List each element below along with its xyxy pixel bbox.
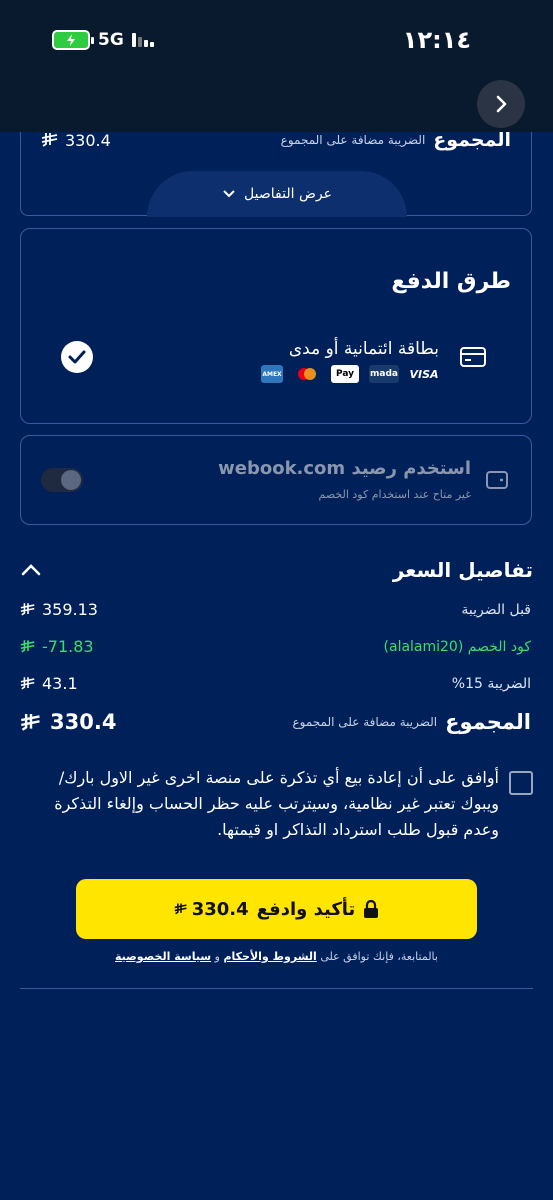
payment-methods-card: طرق الدفع بطاقة ائتمانية أو مدى VISA mad… bbox=[20, 228, 532, 424]
discount-label: كود الخصم (alalami20) bbox=[383, 638, 531, 655]
confirm-pay-amount: 330.4 bbox=[191, 898, 249, 920]
price-row-before-tax: 359.13 قبل الضريبة bbox=[20, 600, 531, 619]
status-indicators: 5G bbox=[52, 30, 154, 50]
footnote-prefix: بالمتابعة، فإنك توافق على bbox=[320, 950, 438, 963]
riyal-icon bbox=[174, 903, 187, 915]
terms-checkbox[interactable] bbox=[509, 771, 533, 795]
terms-text: أوافق على أن إعادة بيع أي تذكرة على منصة… bbox=[54, 768, 499, 839]
show-details-button[interactable]: عرض التفاصيل bbox=[147, 171, 407, 217]
signal-icon bbox=[131, 33, 154, 47]
top-header: 5G ١٢:١٤ bbox=[0, 0, 553, 132]
summary-tax-note: الضريبة مضافة على المجموع bbox=[280, 133, 426, 147]
lock-icon bbox=[364, 900, 379, 918]
visa-logo: VISA bbox=[409, 367, 439, 381]
chevron-up-icon[interactable] bbox=[20, 563, 42, 577]
wallet-title: استخدم رصيد webook.com bbox=[218, 458, 471, 479]
wallet-balance-card: استخدم رصيد webook.com غير متاح عند استخ… bbox=[20, 435, 532, 525]
chevron-right-icon bbox=[496, 95, 507, 113]
riyal-icon bbox=[20, 677, 35, 690]
divider bbox=[20, 988, 533, 989]
legal-footnote: بالمتابعة، فإنك توافق على الشروط والأحكا… bbox=[0, 950, 553, 963]
chevron-right-button[interactable] bbox=[477, 80, 525, 128]
chevron-down-icon bbox=[223, 190, 235, 198]
confirm-pay-label: تأكيد وادفع bbox=[256, 898, 356, 920]
terms-link[interactable]: الشروط والأحكام bbox=[223, 950, 316, 963]
before-tax-label: قبل الضريبة bbox=[461, 601, 531, 618]
price-details-title: تفاصيل السعر bbox=[392, 558, 533, 582]
wallet-icon bbox=[485, 469, 509, 495]
amex-logo: AMEX bbox=[261, 365, 283, 383]
riyal-icon bbox=[21, 713, 40, 731]
mada-logo: mada bbox=[369, 365, 399, 383]
credit-card-icon bbox=[459, 346, 487, 372]
card-option-label[interactable]: بطاقة ائتمانية أو مدى bbox=[289, 339, 439, 359]
card-brands: VISA mada Pay AMEX bbox=[261, 365, 439, 383]
tax-label: الضريبة 15% bbox=[451, 675, 531, 692]
show-details-label: عرض التفاصيل bbox=[244, 186, 332, 202]
total-label: المجموع bbox=[445, 710, 531, 734]
riyal-icon bbox=[20, 603, 35, 616]
price-row-total: 330.4 المجموع الضريبة مضافة على المجموع bbox=[20, 710, 531, 734]
status-time: ١٢:١٤ bbox=[402, 26, 471, 54]
wallet-toggle[interactable] bbox=[41, 468, 83, 492]
privacy-link[interactable]: سياسة الخصوصية bbox=[115, 950, 211, 963]
riyal-icon bbox=[20, 640, 35, 653]
battery-icon bbox=[52, 30, 94, 50]
payment-methods-title: طرق الدفع bbox=[391, 269, 511, 294]
price-row-tax: 43.1 الضريبة 15% bbox=[20, 674, 531, 693]
total-tax-note: الضريبة مضافة على المجموع bbox=[292, 715, 438, 729]
tax-value: 43.1 bbox=[42, 674, 78, 693]
total-value: 330.4 bbox=[50, 710, 117, 734]
summary-total-row: المجموع الضريبة مضافة على المجموع 330.4 bbox=[41, 129, 511, 151]
apple-pay-logo: Pay bbox=[331, 365, 359, 383]
summary-total-label: المجموع bbox=[433, 129, 511, 151]
terms-agreement: أوافق على أن إعادة بيع أي تذكرة على منصة… bbox=[30, 765, 533, 843]
summary-amount: 330.4 bbox=[41, 131, 111, 150]
selected-check-icon[interactable] bbox=[61, 341, 93, 373]
discount-value: -71.83 bbox=[42, 637, 94, 656]
mastercard-logo bbox=[293, 365, 321, 383]
footnote-and: و bbox=[214, 950, 220, 963]
wallet-subtitle: غير متاح عند استخدام كود الخصم bbox=[318, 488, 471, 501]
riyal-icon bbox=[41, 133, 58, 147]
confirm-pay-button[interactable]: تأكيد وادفع 330.4 bbox=[76, 879, 477, 939]
price-row-discount: -71.83 كود الخصم (alalami20) bbox=[20, 637, 531, 656]
price-details-header[interactable]: تفاصيل السعر bbox=[20, 558, 533, 582]
before-tax-value: 359.13 bbox=[42, 600, 98, 619]
network-label: 5G bbox=[98, 30, 124, 50]
